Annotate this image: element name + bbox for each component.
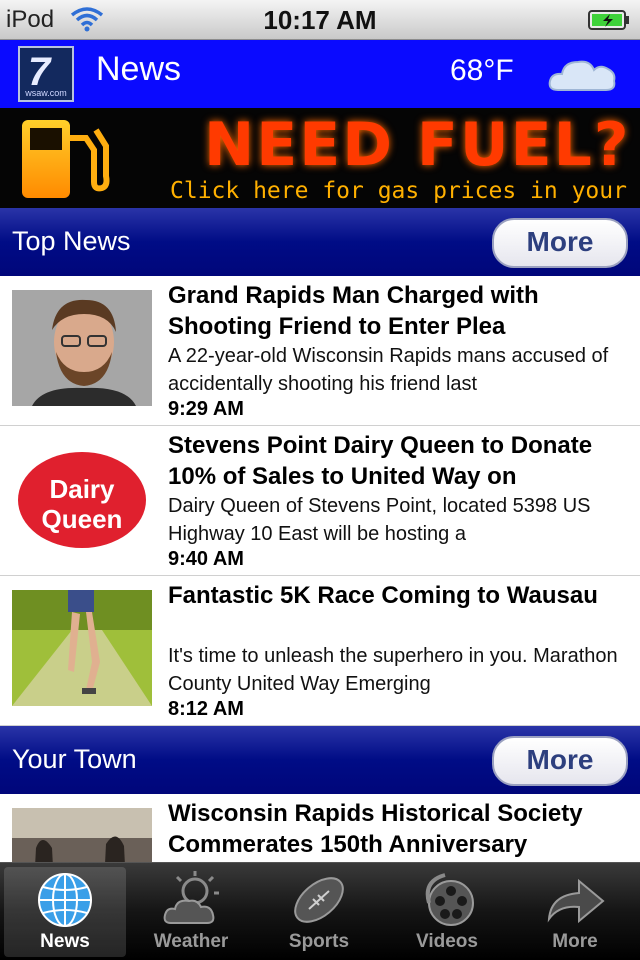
news-item[interactable]: Dairy Queen Stevens Point Dairy Queen to… [0,426,640,576]
banner-headline: NEED FUEL? [204,110,631,180]
dairy-queen-logo: Dairy Queen [12,440,152,556]
news-time: 9:29 AM [168,398,244,420]
section-title: Top News [12,226,131,256]
tab-label: Weather [153,931,229,952]
news-thumbnail [12,590,152,706]
news-thumbnail [12,808,152,863]
globe-icon [38,873,92,927]
news-time: 8:12 AM [168,698,244,720]
news-headline: Fantastic 5K Race Coming to Wausau [168,582,598,609]
top-news-header: Top News More [0,208,640,276]
tab-label: Sports [288,931,350,952]
current-temperature[interactable]: 68°F [450,54,514,88]
your-town-header: Your Town More [0,726,640,794]
status-bar: iPod 10:17 AM [0,0,640,40]
arrow-icon [547,878,605,924]
tab-label: News [40,931,90,952]
weather-icon [163,871,219,924]
tab-sports[interactable]: Sports [258,867,380,957]
fuel-pump-icon [22,120,110,198]
news-headline: Stevens Point Dairy Queen to Donate 10% … [168,432,593,490]
news-item[interactable]: Fantastic 5K Race Coming to Wausau It's … [0,576,640,726]
station-logo[interactable]: 7 wsaw.com [18,46,74,102]
page-title: News [96,50,182,88]
news-summary: It's time to unleash the superhero in yo… [168,645,618,695]
top-news-more-button[interactable]: More [492,218,628,268]
cloud-icon[interactable] [548,56,618,94]
football-icon [294,877,344,923]
tab-videos[interactable]: Videos [386,867,508,957]
tab-bar: News Weather Sports Videos More [0,862,640,960]
tab-label: Videos [416,931,478,952]
tab-news[interactable]: News [4,867,126,957]
logo-url: wsaw.com [25,88,67,98]
news-summary: Dairy Queen of Stevens Point, located 53… [168,495,591,545]
news-headline: Wisconsin Rapids Historical Society Comm… [168,800,583,858]
tab-label: More [552,931,598,952]
dairy-queen-line1: Dairy [49,474,115,504]
app-header: 7 wsaw.com News 68°F [0,40,640,108]
gas-prices-banner[interactable]: NEED FUEL? Click here for gas prices in … [0,108,640,208]
section-title: Your Town [12,744,137,774]
news-item[interactable]: Wisconsin Rapids Historical Society Comm… [0,794,640,864]
tab-weather[interactable]: Weather [130,867,252,957]
news-summary: A 22-year-old Wisconsin Rapids mans accu… [168,345,609,395]
tab-more[interactable]: More [514,867,636,957]
battery-icon [588,10,629,30]
news-thumbnail [12,290,152,406]
news-time: 9:40 AM [168,548,244,570]
news-headline: Grand Rapids Man Charged with Shooting F… [168,282,539,340]
banner-subtext: Click here for gas prices in your area [170,178,627,208]
dairy-queen-line2: Queen [42,504,123,534]
news-item[interactable]: Grand Rapids Man Charged with Shooting F… [0,276,640,426]
your-town-more-button[interactable]: More [492,736,628,786]
status-time: 10:17 AM [263,5,377,35]
film-reel-icon [425,873,474,926]
